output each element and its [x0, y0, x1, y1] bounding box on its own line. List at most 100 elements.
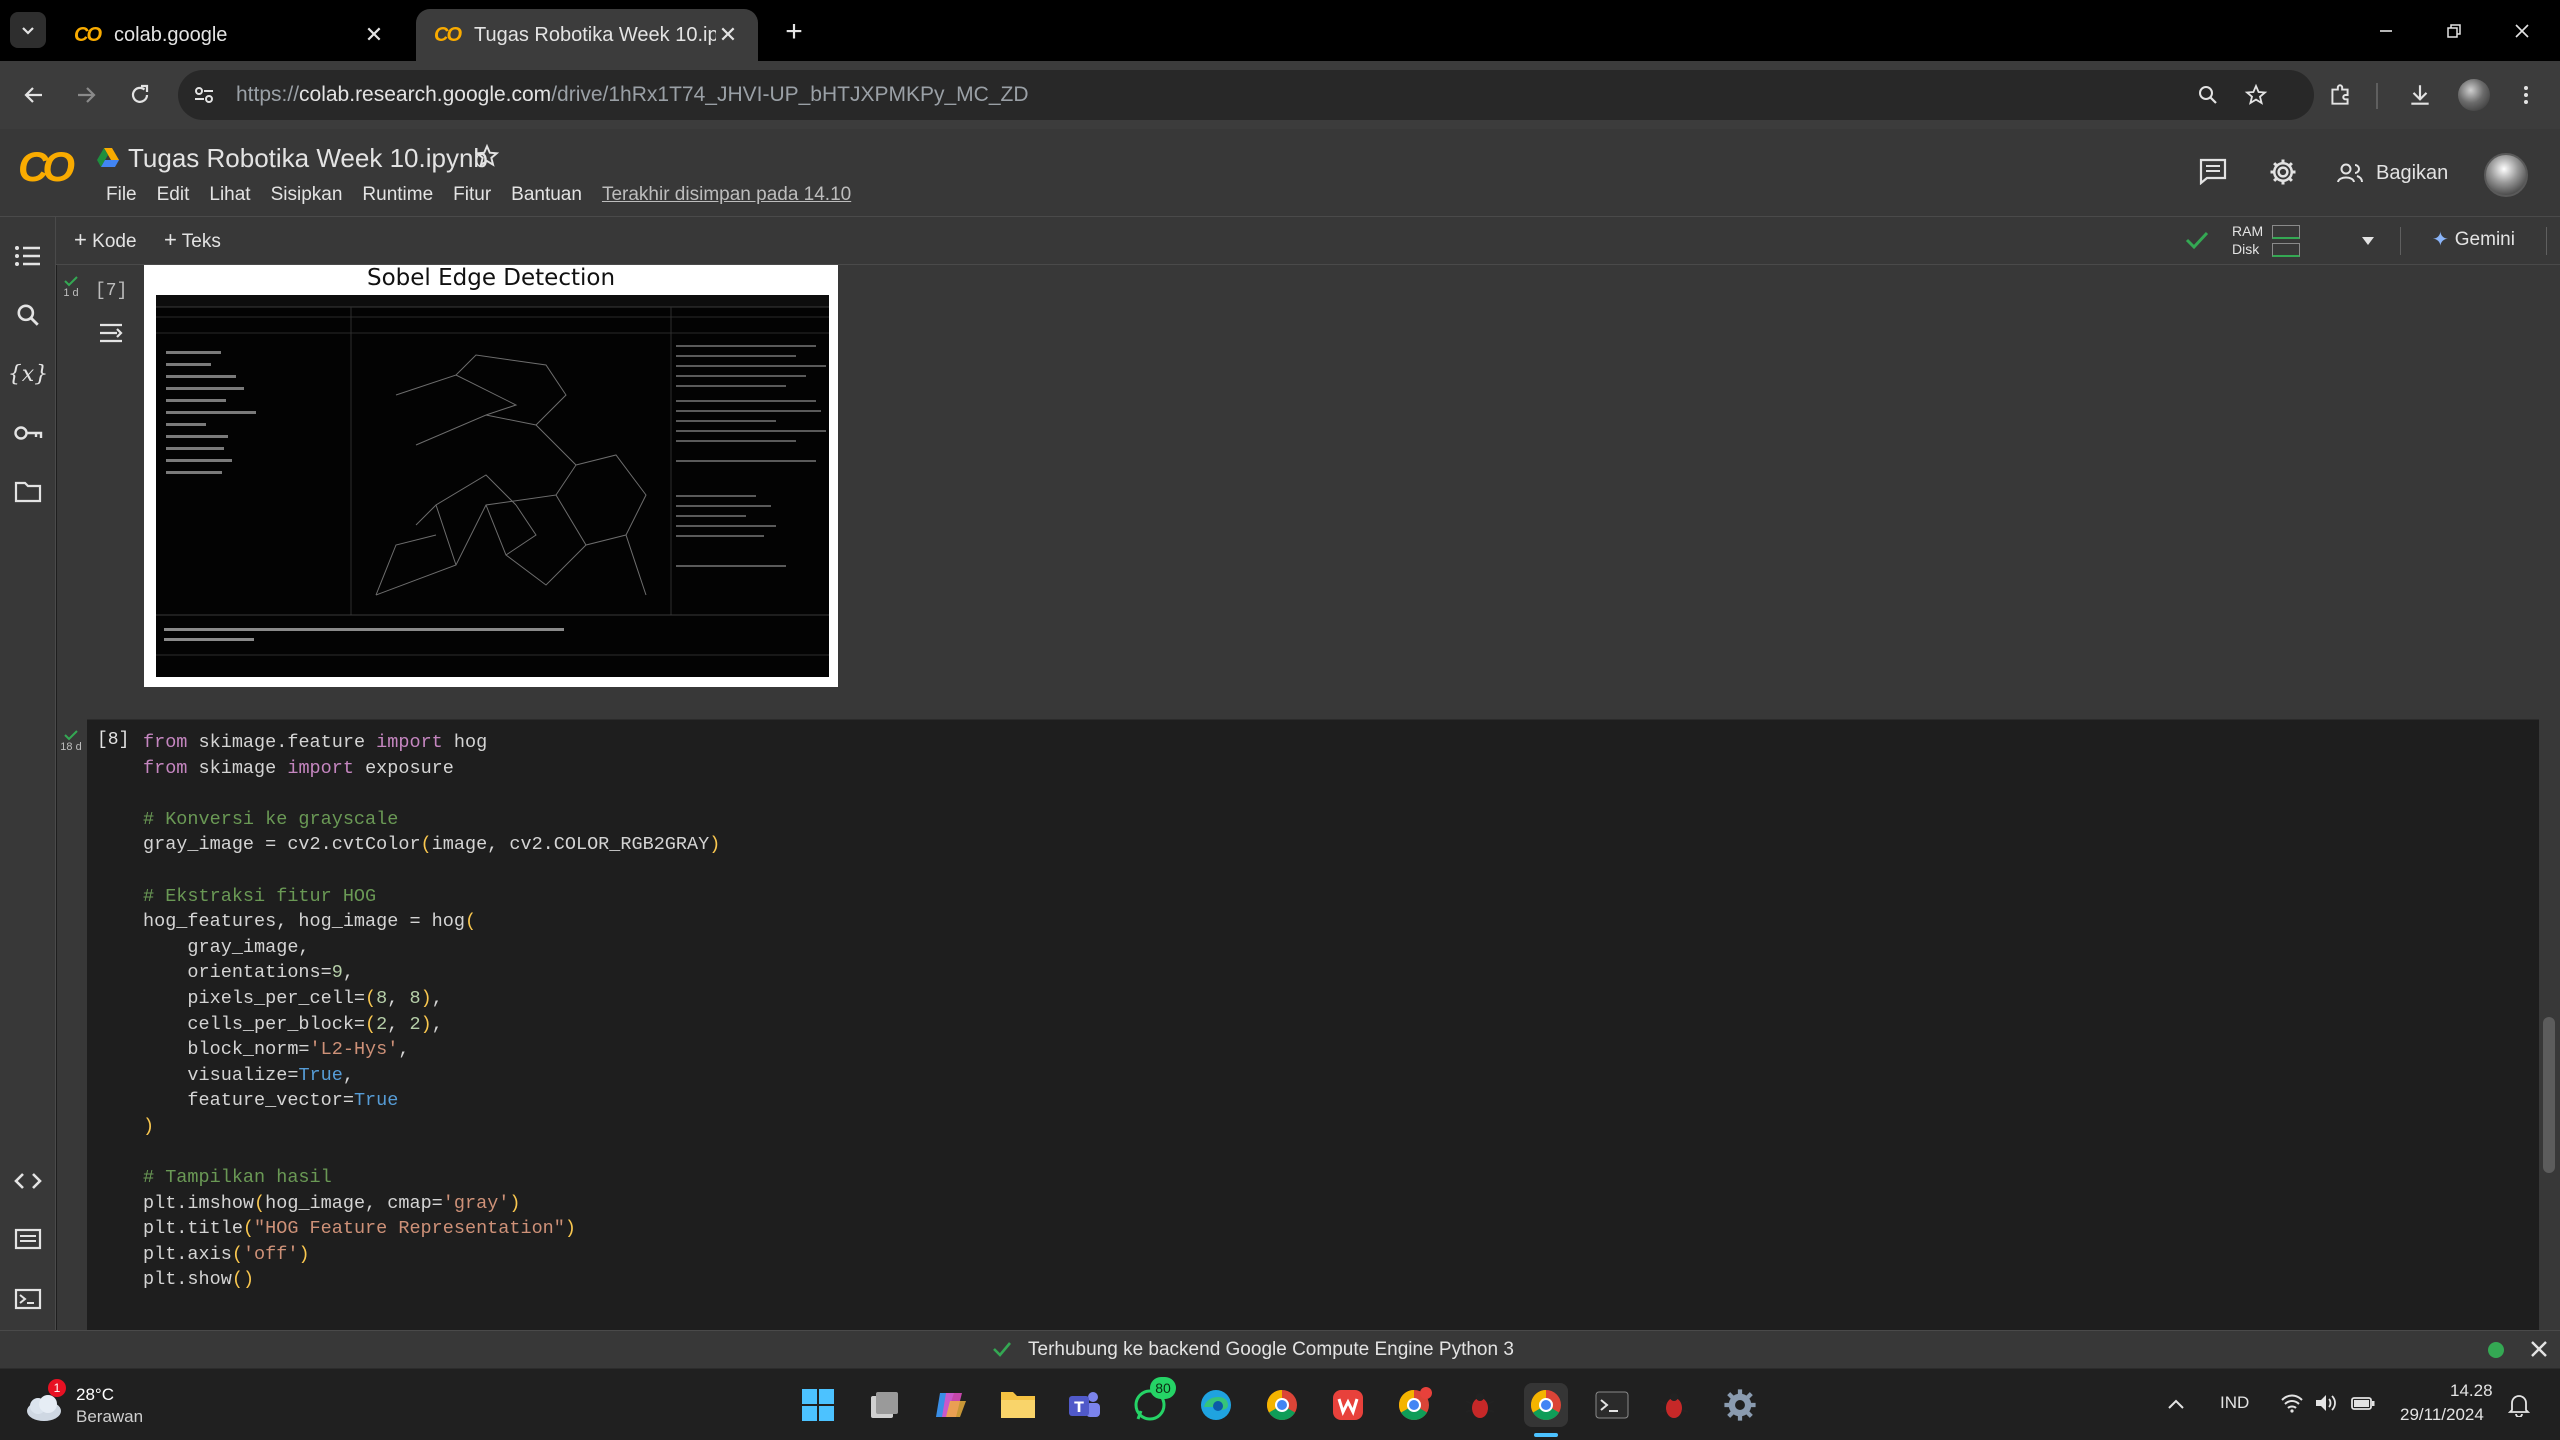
tab-search-button[interactable] — [10, 12, 46, 48]
code-line[interactable]: visualize=True, — [143, 1063, 720, 1089]
site-info-icon[interactable] — [192, 83, 216, 107]
minimize-button[interactable] — [2352, 0, 2420, 61]
code-line[interactable]: gray_image = cv2.cvtColor(image, cv2.COL… — [143, 832, 720, 858]
code-snippets-icon[interactable] — [8, 1161, 48, 1201]
clock-date[interactable]: 29/11/2024 — [2400, 1405, 2484, 1425]
input-language[interactable]: IND — [2220, 1393, 2249, 1413]
menu-view[interactable]: Lihat — [199, 184, 260, 206]
code-line[interactable]: hog_features, hog_image = hog( — [143, 909, 720, 935]
chrome-profile-button[interactable] — [1392, 1383, 1436, 1427]
reload-button[interactable] — [118, 73, 162, 117]
chrome-active-button[interactable] — [1524, 1383, 1568, 1427]
close-status-icon[interactable] — [2530, 1340, 2548, 1358]
table-of-contents-icon[interactable] — [8, 236, 48, 276]
code-line[interactable]: plt.imshow(hog_image, cmap='gray') — [143, 1191, 720, 1217]
variables-icon[interactable]: {x} — [8, 354, 48, 394]
code-line[interactable]: # Konversi ke grayscale — [143, 807, 720, 833]
terminal-button[interactable] — [1590, 1383, 1634, 1427]
code-line[interactable]: plt.title("HOG Feature Representation") — [143, 1216, 720, 1242]
command-palette-icon[interactable] — [8, 1219, 48, 1259]
star-notebook-icon[interactable] — [474, 143, 500, 169]
zoom-icon[interactable] — [2196, 83, 2220, 107]
menu-runtime[interactable]: Runtime — [352, 184, 443, 206]
menu-insert[interactable]: Sisipkan — [261, 184, 353, 206]
bug-app-2-button[interactable] — [1652, 1383, 1696, 1427]
downloads-button[interactable] — [2398, 73, 2442, 117]
restore-button[interactable] — [2420, 0, 2488, 61]
menu-tools[interactable]: Fitur — [443, 184, 501, 206]
code-line[interactable]: # Ekstraksi fitur HOG — [143, 884, 720, 910]
notebook-title[interactable]: Tugas Robotika Week 10.ipynb — [128, 143, 488, 174]
settings-app-button[interactable] — [1718, 1383, 1762, 1427]
address-bar[interactable]: https://colab.research.google.com/drive/… — [178, 70, 2314, 120]
code-line[interactable]: ) — [143, 1114, 720, 1140]
tab-notebook[interactable]: CO Tugas Robotika Week 10.ipynb ✕ — [416, 9, 758, 61]
whatsapp-button[interactable]: 80 — [1128, 1377, 1176, 1427]
code-line[interactable]: from skimage.feature import hog — [143, 730, 720, 756]
close-tab-icon[interactable]: ✕ — [362, 22, 386, 47]
menu-help[interactable]: Bantuan — [501, 184, 592, 206]
wifi-icon[interactable] — [2280, 1393, 2304, 1413]
bookmark-star-icon[interactable] — [2244, 83, 2268, 107]
clock-time[interactable]: 14.28 — [2450, 1381, 2493, 1401]
back-button[interactable] — [12, 73, 56, 117]
code-line[interactable]: block_norm='L2-Hys', — [143, 1037, 720, 1063]
share-button[interactable]: Bagikan — [2336, 153, 2448, 193]
tab-colab-google[interactable]: CO colab.google ✕ — [56, 9, 404, 61]
code-line[interactable] — [143, 1140, 720, 1166]
edge-button[interactable] — [1194, 1383, 1238, 1427]
runtime-dropdown-icon[interactable] — [2360, 235, 2376, 247]
vertical-scrollbar[interactable] — [2543, 1017, 2555, 1173]
code-line[interactable]: feature_vector=True — [143, 1088, 720, 1114]
volume-icon[interactable] — [2314, 1393, 2338, 1413]
code-cell[interactable]: [8] from skimage.feature import hog from … — [87, 719, 2539, 1330]
teams-button[interactable]: T — [1062, 1383, 1106, 1427]
chrome-button[interactable] — [1260, 1383, 1304, 1427]
last-saved-link[interactable]: Terakhir disimpan pada 14.10 — [592, 184, 861, 206]
wps-office-button[interactable] — [1326, 1383, 1370, 1427]
code-line[interactable]: cells_per_block=(2, 2), — [143, 1012, 720, 1038]
terminal-icon[interactable] — [8, 1279, 48, 1319]
menu-edit[interactable]: Edit — [147, 184, 200, 206]
code-line[interactable] — [143, 781, 720, 807]
settings-gear-icon[interactable] — [2268, 157, 2298, 187]
tray-overflow-chevron-icon[interactable] — [2166, 1397, 2186, 1411]
file-explorer-button[interactable] — [996, 1383, 1040, 1427]
start-button[interactable] — [796, 1383, 840, 1427]
account-avatar[interactable] — [2484, 153, 2528, 197]
gemini-button[interactable]: ✦ Gemini — [2432, 227, 2515, 252]
code-line[interactable]: # Tampilkan hasil — [143, 1165, 720, 1191]
code-editor[interactable]: from skimage.feature import hog from skim… — [143, 730, 720, 1293]
menu-file[interactable]: File — [96, 184, 147, 206]
code-line[interactable] — [143, 858, 720, 884]
extensions-button[interactable] — [2318, 73, 2362, 117]
comments-icon[interactable] — [2198, 157, 2228, 185]
battery-icon[interactable] — [2350, 1393, 2376, 1413]
close-tab-icon[interactable]: ✕ — [716, 22, 740, 47]
weather-widget[interactable]: 1 28°C Berawan — [24, 1379, 164, 1431]
new-tab-button[interactable]: + — [776, 14, 812, 50]
resource-monitor[interactable]: RAM Disk — [2226, 221, 2346, 261]
code-line[interactable]: plt.show() — [143, 1267, 720, 1293]
code-line[interactable]: orientations=9, — [143, 960, 720, 986]
copilot-button[interactable] — [928, 1383, 972, 1427]
notification-bell-icon[interactable] — [2508, 1393, 2530, 1417]
close-window-button[interactable] — [2488, 0, 2556, 61]
browser-menu-button[interactable] — [2504, 73, 2548, 117]
files-folder-icon[interactable] — [8, 472, 48, 512]
task-view-button[interactable] — [862, 1383, 906, 1427]
add-text-button[interactable]: + Teks — [164, 227, 221, 253]
chrome-icon — [1398, 1387, 1432, 1421]
forward-button[interactable] — [64, 73, 108, 117]
secrets-key-icon[interactable] — [8, 413, 48, 453]
code-line[interactable]: pixels_per_cell=(8, 8), — [143, 986, 720, 1012]
bug-app-button[interactable] — [1458, 1383, 1502, 1427]
code-line[interactable]: gray_image, — [143, 935, 720, 961]
search-icon[interactable] — [8, 295, 48, 335]
code-line[interactable]: from skimage import exposure — [143, 756, 720, 782]
output-actions-icon[interactable] — [97, 319, 125, 347]
add-code-button[interactable]: + Kode — [74, 227, 137, 253]
profile-button[interactable] — [2452, 73, 2496, 117]
code-line[interactable]: plt.axis('off') — [143, 1242, 720, 1268]
colab-logo[interactable]: CO — [18, 143, 75, 191]
